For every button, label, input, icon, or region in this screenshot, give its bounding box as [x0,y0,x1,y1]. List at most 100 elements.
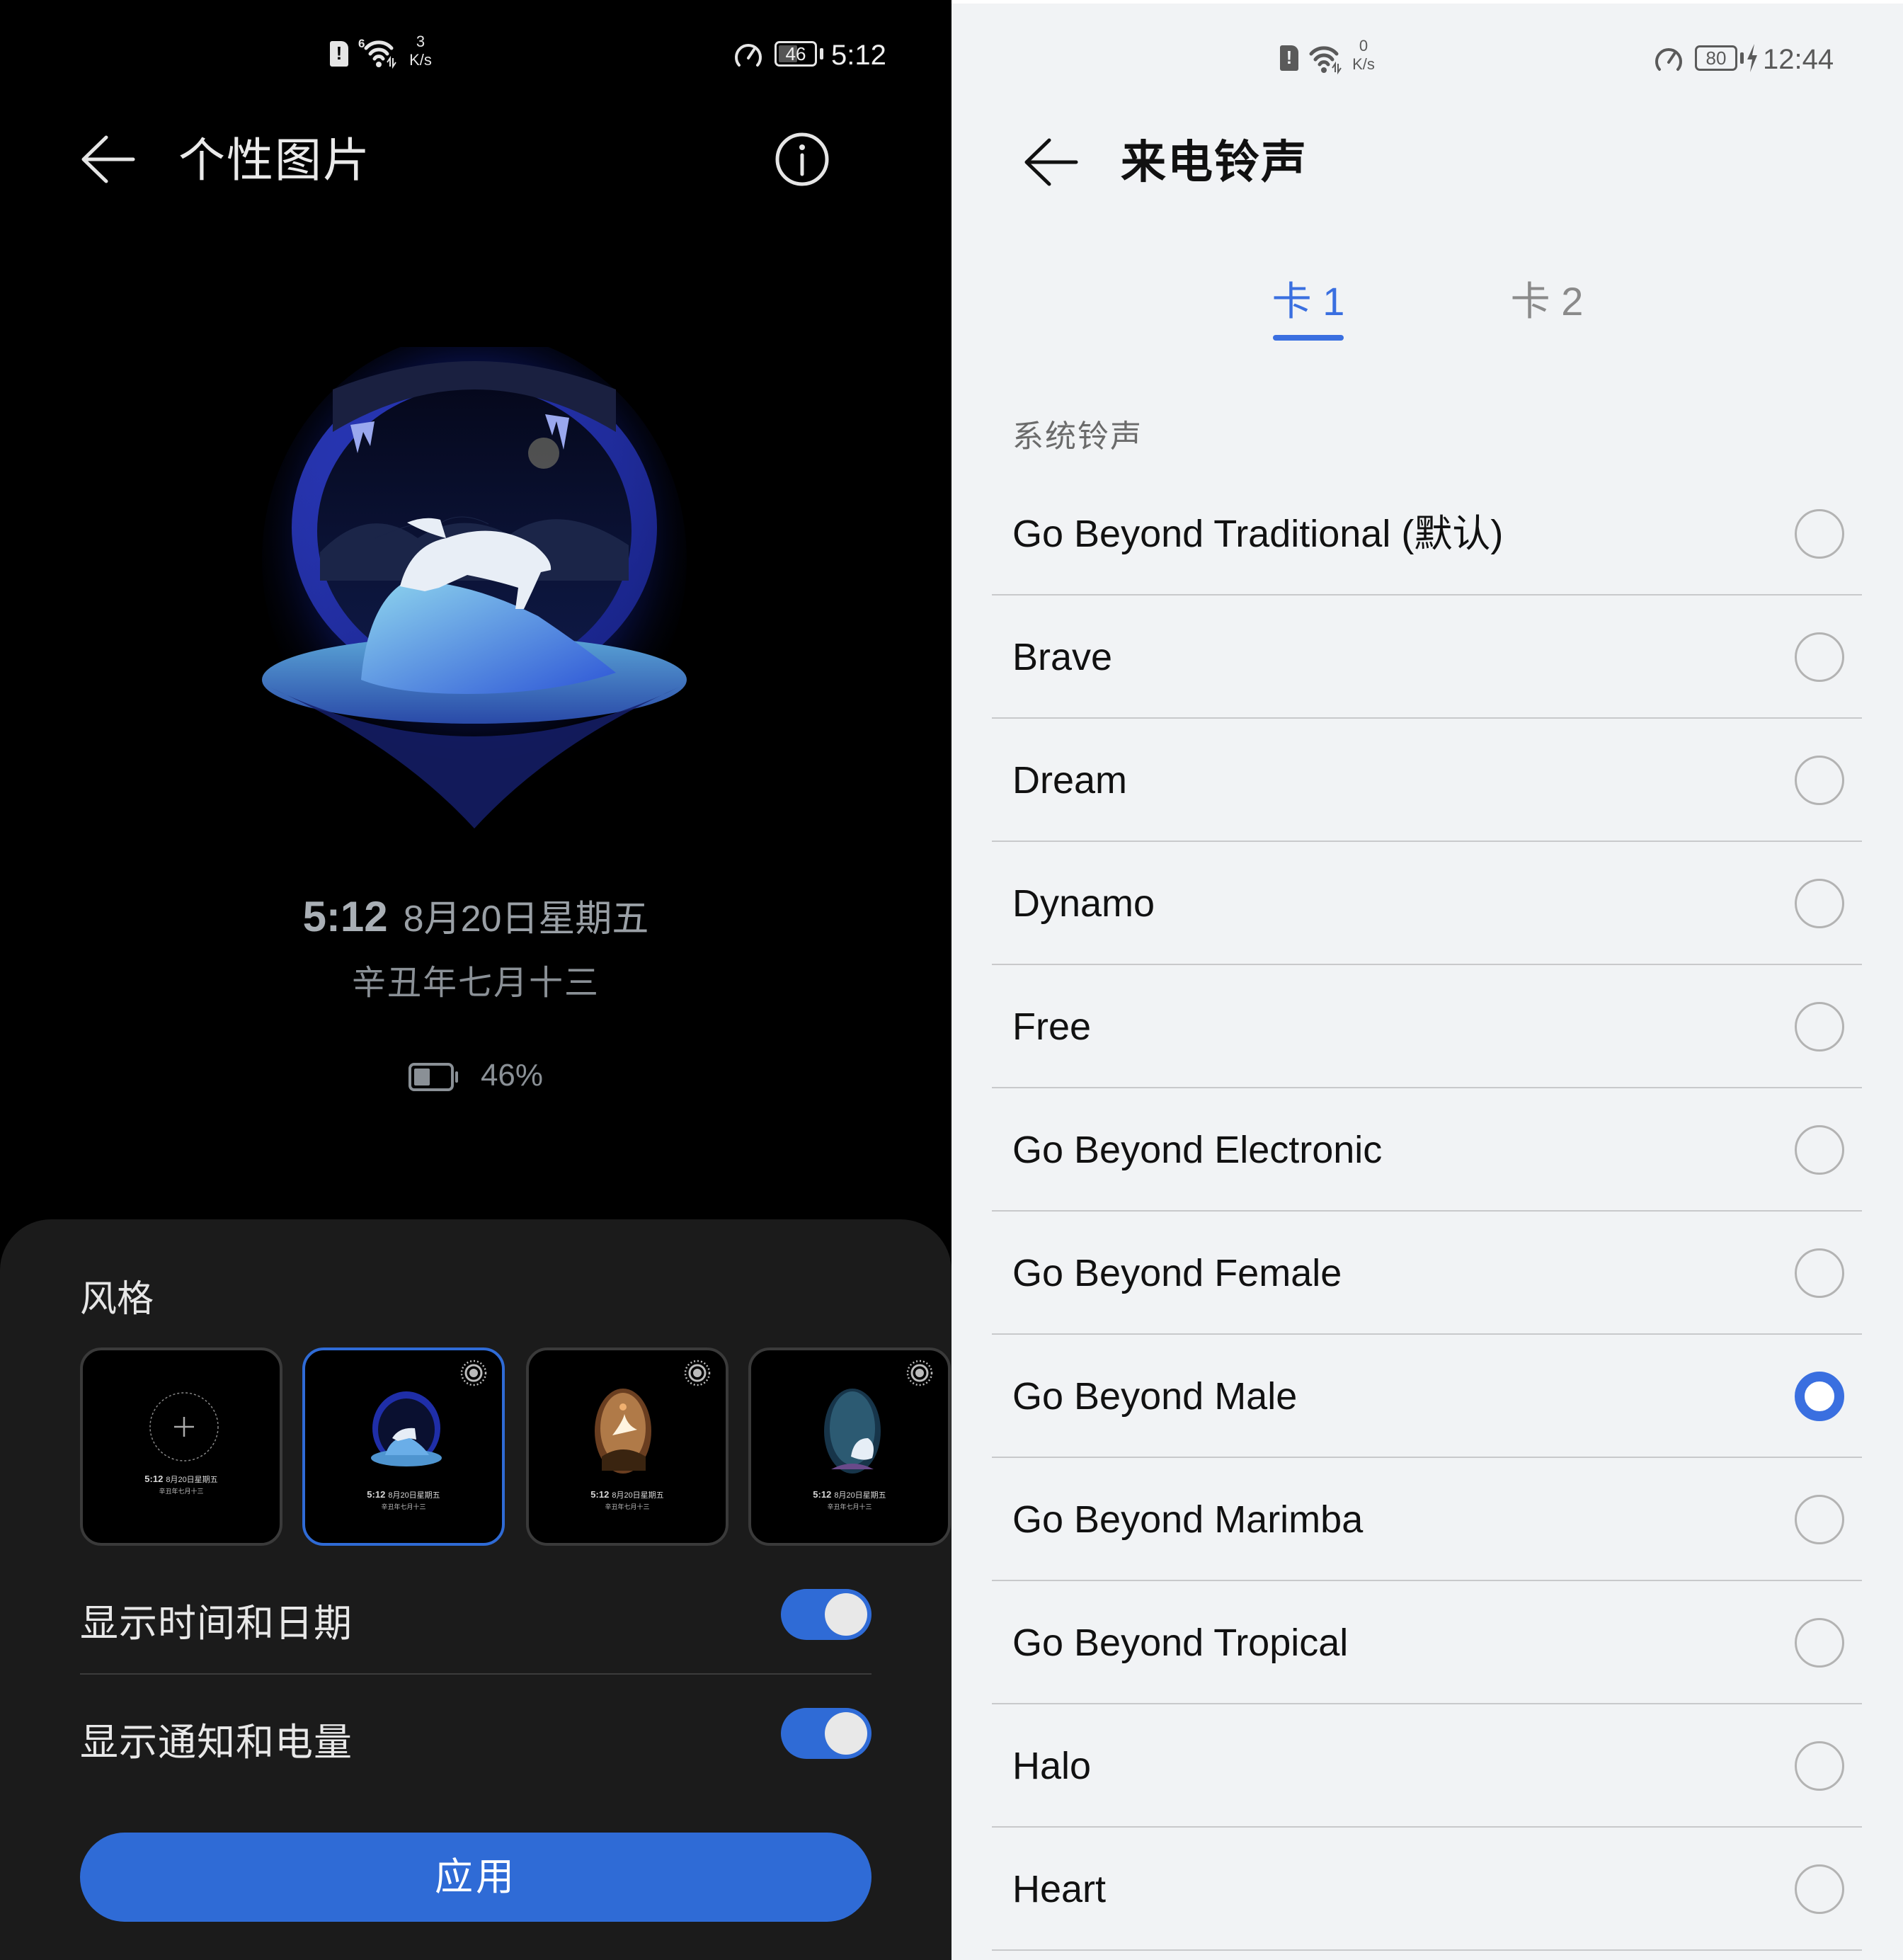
radio-button-selected[interactable] [1795,1372,1844,1421]
radio-button[interactable] [1795,1248,1844,1298]
thumb-time: 5:12 [367,1489,386,1500]
style-thumb-polar-bear[interactable]: 5:12 8月20日星期五 辛丑年七月十三 [302,1348,505,1546]
radio-button[interactable] [1795,1741,1844,1791]
status-battery-level: 46 [785,43,806,64]
toggle-knob [825,1593,867,1636]
net-speed: 3 K/s [405,33,436,69]
ringtone-name: Free [1012,1005,1092,1048]
speed-gauge-icon [1655,48,1682,71]
style-settings-sheet: 风格 5:12 8月20日星期五 辛丑年七月十三 5:12 8月20日星期五 辛… [0,1219,952,1960]
net-speed-unit: K/s [409,51,432,69]
back-arrow-icon[interactable] [1022,137,1079,187]
toggle-row-show-notification-battery: 显示通知和电量 [80,1699,872,1770]
aod-battery: 46% [0,1058,952,1093]
battery-icon [408,1063,458,1092]
ringtone-row[interactable]: Brave [992,596,1862,719]
page-title: 来电铃声 [1121,137,1308,188]
thumb-lunar: 辛丑年七月十三 [605,1503,650,1510]
back-arrow-icon[interactable] [79,135,136,184]
ringtone-row[interactable]: Free [992,965,1862,1088]
ringtone-row[interactable]: Go Beyond Male [992,1335,1862,1458]
sim-alert-icon [330,41,348,67]
ringtone-row[interactable]: Dream [992,719,1862,842]
radio-button[interactable] [1795,632,1844,682]
aod-time: 5:12 [302,893,388,940]
net-speed-value: 3 [416,33,425,50]
ringtone-list: Go Beyond Traditional (默认) Brave Dream Dyna… [992,472,1862,1951]
show-notification-battery-toggle[interactable] [781,1708,872,1759]
net-speed: 0 K/s [1348,37,1379,74]
radio-button[interactable] [1795,1002,1844,1052]
radio-button[interactable] [1795,1495,1844,1544]
net-speed-value: 0 [1359,37,1368,55]
tab-sim-1[interactable]: 卡 1 [1238,273,1379,330]
thumb-time: 5:12 [144,1474,164,1484]
speed-gauge-icon [735,44,762,67]
style-thumb-crane-sunset[interactable]: 5:12 8月20日星期五 辛丑年七月十三 [526,1348,728,1546]
aod-personal-image-screen: 6 3 K/s 46 5:12 个性图片 [0,0,952,1960]
radio-button[interactable] [1795,509,1844,559]
ringtone-name: Dream [1012,759,1128,802]
wifi-generation-label: 6 [358,37,365,50]
ringtone-name: Go Beyond Female [1012,1252,1342,1294]
divider [80,1673,872,1675]
radio-button[interactable] [1795,879,1844,928]
apply-button[interactable]: 应用 [80,1833,872,1922]
active-tab-indicator [1273,335,1344,341]
status-time: 5:12 [831,40,886,71]
aod-battery-percent: 46% [480,1058,544,1093]
info-icon[interactable] [775,132,830,187]
radio-button[interactable] [1795,1125,1844,1175]
radio-button[interactable] [1795,756,1844,805]
ringtone-name: Go Beyond Electronic [1012,1129,1383,1171]
wifi-icon [1309,46,1342,75]
status-battery-level: 80 [1705,47,1727,69]
ringtone-row[interactable]: Go Beyond Marimba [992,1458,1862,1581]
live-wallpaper-icon [684,1360,711,1386]
incoming-ringtone-screen: 0 K/s 80 12:44 来电铃声 卡 1 卡 2 系统铃声 Go Beyo… [952,0,1903,1960]
ringtone-row[interactable]: Go Beyond Electronic [992,1088,1862,1212]
crane-thumb-art [595,1389,651,1474]
status-battery-icon: 46 [775,41,817,67]
ringtone-row[interactable]: Go Beyond Female [992,1212,1862,1335]
aod-lunar-date: 辛丑年七月十三 [351,964,600,1002]
ringtone-name: Brave [1012,636,1113,678]
section-header-system-ringtones: 系统铃声 [1012,419,1143,454]
thumb-date: 8月20日星期五 [612,1491,664,1500]
ringtone-row[interactable]: Dynamo [992,842,1862,965]
live-wallpaper-icon [460,1360,487,1386]
style-thumb-custom-add[interactable]: 5:12 8月20日星期五 辛丑年七月十三 [80,1348,282,1546]
aod-date: 8月20日星期五 [403,899,649,940]
thumb-date: 8月20日星期五 [166,1476,218,1484]
ringtone-name: Halo [1012,1745,1092,1787]
ringtone-name: Heart [1012,1868,1107,1910]
thumb-time: 5:12 [590,1489,610,1500]
polar-bear-thumb-art [371,1391,442,1466]
ringtone-name: Go Beyond Tropical [1012,1622,1349,1664]
charging-bolt-icon [1747,44,1757,72]
thumb-lunar: 辛丑年七月十三 [827,1503,872,1510]
page-title: 个性图片 [178,134,371,186]
show-time-date-toggle[interactable] [781,1589,872,1640]
sim-alert-icon [1280,45,1298,71]
ringtone-name: Dynamo [1012,882,1155,925]
live-wallpaper-icon [906,1360,933,1386]
net-speed-unit: K/s [1352,55,1375,73]
toggle-knob [825,1712,867,1755]
radio-button[interactable] [1795,1618,1844,1668]
style-thumb-beluga-ocean[interactable]: 5:12 8月20日星期五 辛丑年七月十三 [748,1348,951,1546]
ringtone-name: Go Beyond Marimba [1012,1498,1364,1541]
ringtone-row[interactable]: Go Beyond Traditional (默认) [992,472,1862,596]
toggle-row-show-time-date: 显示时间和日期 [80,1580,872,1651]
status-time: 12:44 [1763,44,1834,75]
style-label: 风格 [80,1279,154,1320]
radio-button[interactable] [1795,1864,1844,1914]
ringtone-name: Go Beyond Male [1012,1375,1298,1418]
battery-tip [820,48,823,59]
tab-sim-2[interactable]: 卡 2 [1476,273,1618,330]
ringtone-row[interactable]: Heart [992,1828,1862,1951]
ringtone-row[interactable]: Halo [992,1704,1862,1828]
ringtone-name: Go Beyond Traditional (默认) [1012,513,1504,555]
ringtone-row[interactable]: Go Beyond Tropical [992,1581,1862,1704]
status-battery-icon: 80 [1695,45,1737,71]
